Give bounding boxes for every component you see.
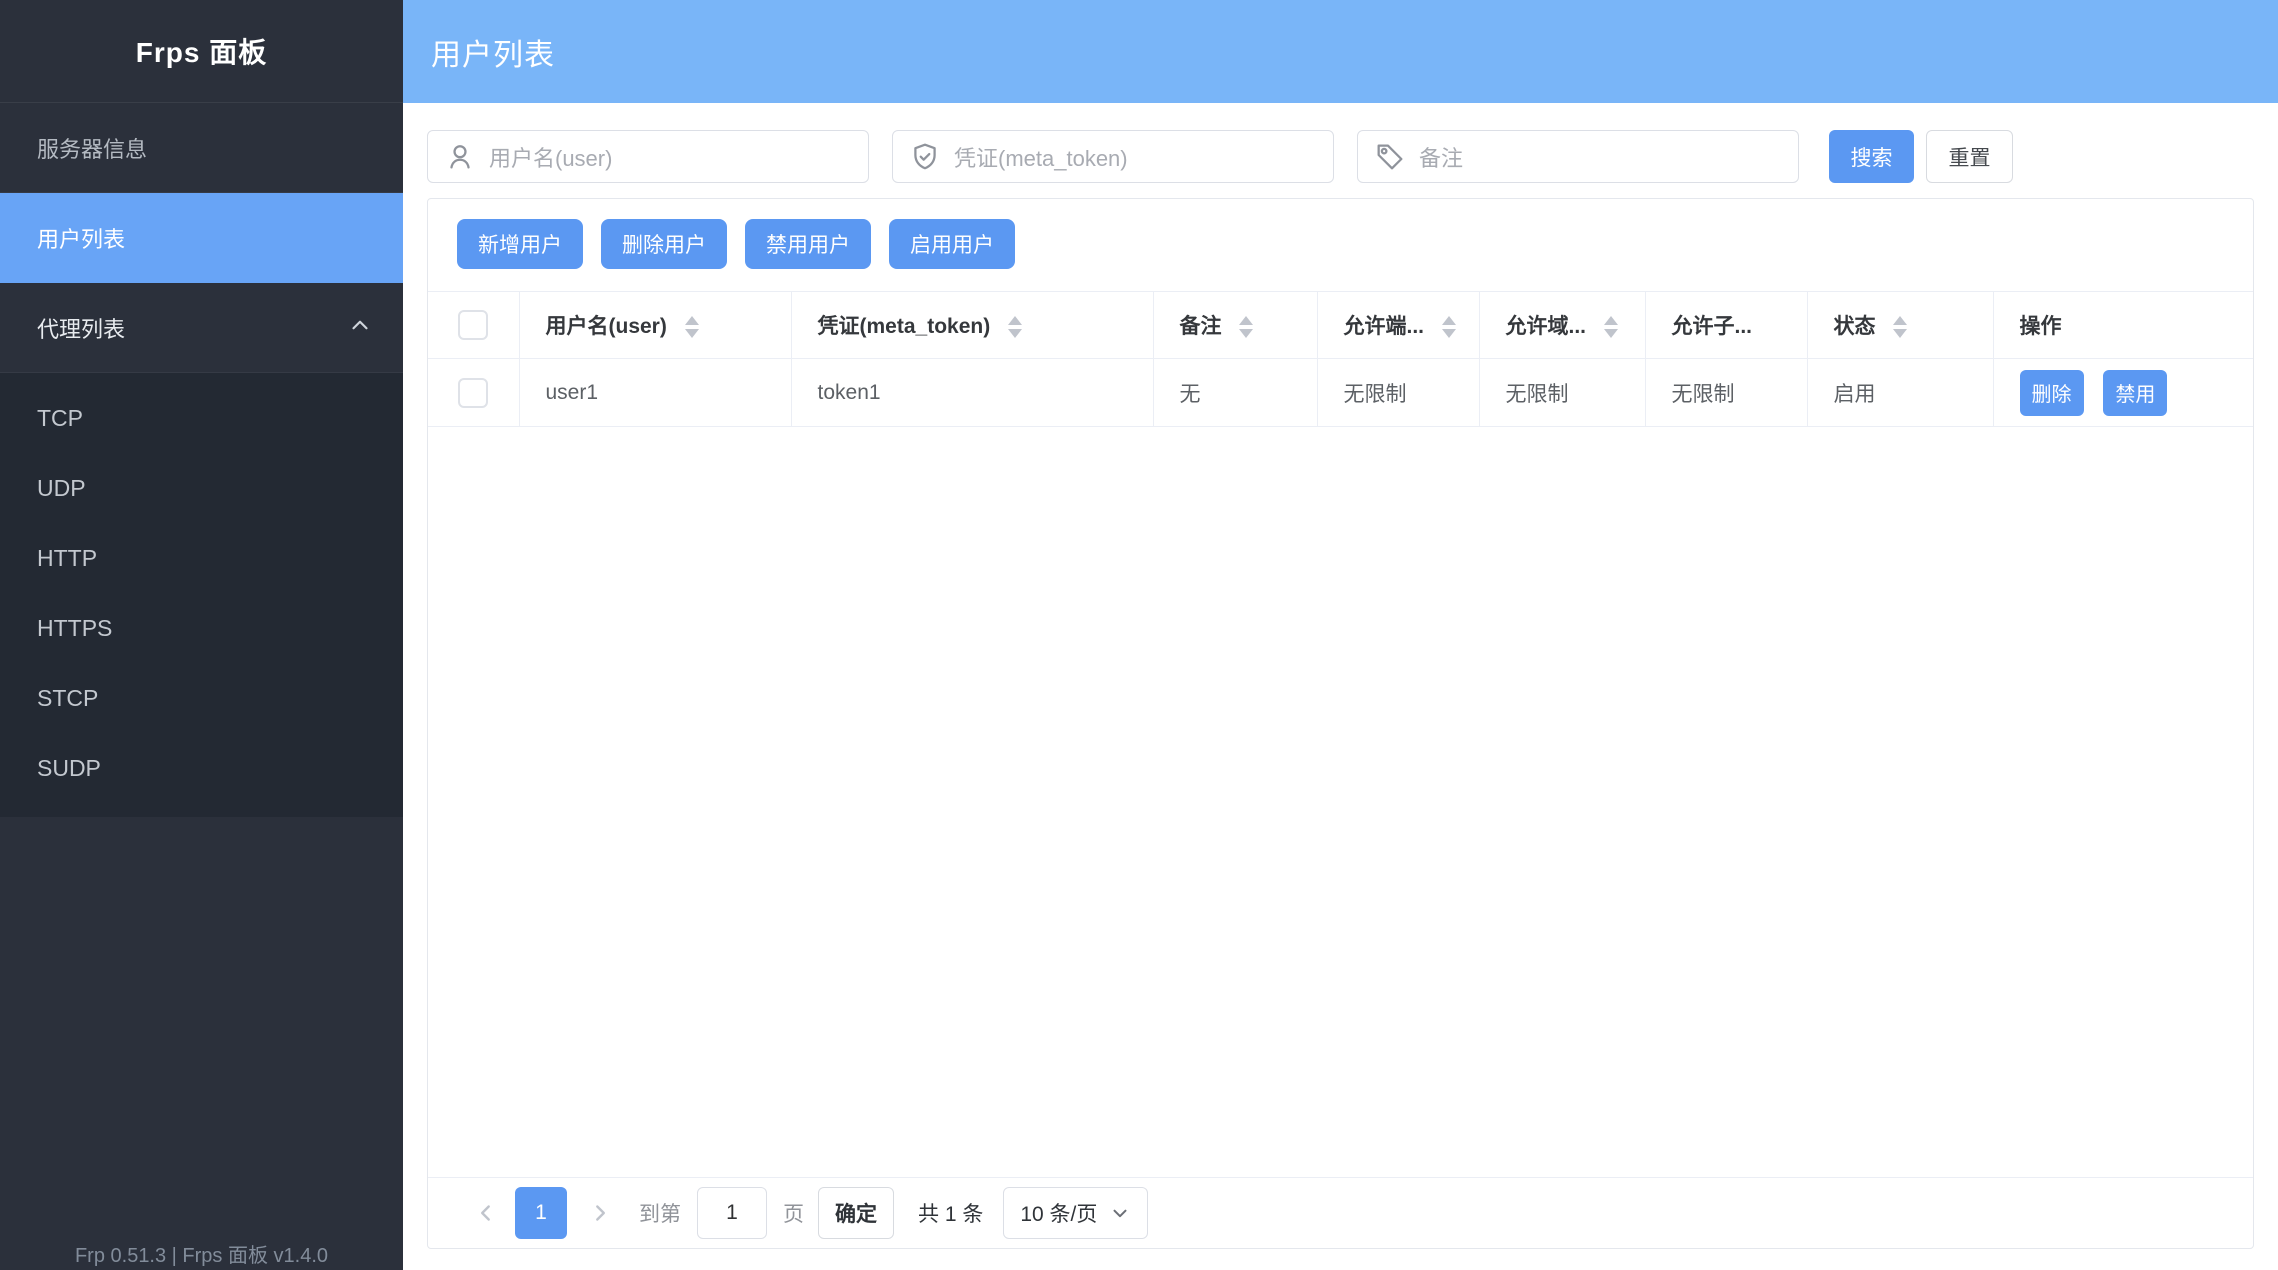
cell-token: token1 [791,359,1153,427]
tag-icon [1374,141,1406,173]
delete-user-button[interactable]: 删除用户 [601,219,727,269]
next-page-icon[interactable] [587,1200,613,1226]
col-label: 允许子... [1672,315,1753,338]
note-input[interactable]: 备注 [1357,130,1799,183]
select-all-checkbox[interactable] [458,310,488,340]
chevron-up-icon [347,312,373,344]
sort-caret-icon[interactable] [1008,316,1022,338]
sidebar: Frps 面板 服务器信息 用户列表 代理列表 TCP UDP HTTP HTT… [0,0,403,1270]
page-size-select[interactable]: 10 条/页 [1003,1187,1148,1239]
col-label: 备注 [1180,315,1222,338]
main-content: 用户名(user) 凭证(meta_token) 备注 搜索 重置 新增用户 [403,103,2278,1270]
col-label: 允许端... [1344,315,1425,338]
sidebar-item-proxy-list[interactable]: 代理列表 [0,283,403,373]
page-title: 用户列表 [431,30,555,74]
chevron-down-icon [1109,1202,1131,1224]
token-placeholder: 凭证(meta_token) [954,141,1128,173]
enable-user-button[interactable]: 启用用户 [889,219,1015,269]
col-label: 操作 [2020,315,2062,338]
col-label: 凭证(meta_token) [818,315,991,338]
sidebar-item-user-list[interactable]: 用户列表 [0,193,403,283]
username-input[interactable]: 用户名(user) [427,130,869,183]
sort-caret-icon[interactable] [1604,316,1618,338]
user-icon [444,141,476,173]
col-allow-subdomains: 允许子... [1645,292,1807,359]
cell-username: user1 [519,359,791,427]
row-checkbox-cell [428,359,519,427]
reset-button[interactable]: 重置 [1926,130,2013,183]
sidebar-item-udp[interactable]: UDP [0,453,403,523]
col-username: 用户名(user) [519,292,791,359]
user-table: 用户名(user) 凭证(meta_token) 备注 允许端... [428,291,2253,427]
cell-actions: 删除 禁用 [1993,359,2253,427]
goto-page-input[interactable]: 1 [697,1187,767,1239]
shield-check-icon [909,141,941,173]
app-title: Frps 面板 [0,0,403,103]
sidebar-item-http[interactable]: HTTP [0,523,403,593]
total-count-label: 共 1 条 [918,1198,983,1228]
col-label: 允许域... [1506,315,1587,338]
header-checkbox-cell [428,292,519,359]
sort-caret-icon[interactable] [1893,316,1907,338]
token-input[interactable]: 凭证(meta_token) [892,130,1334,183]
col-token: 凭证(meta_token) [791,292,1153,359]
sidebar-item-server-info[interactable]: 服务器信息 [0,103,403,193]
col-note: 备注 [1153,292,1317,359]
table-row: user1 token1 无 无限制 无限制 无限制 启用 删除 禁用 [428,359,2253,427]
proxy-submenu: TCP UDP HTTP HTTPS STCP SUDP [0,373,403,817]
goto-confirm-button[interactable]: 确定 [818,1187,894,1239]
table-header-row: 用户名(user) 凭证(meta_token) 备注 允许端... [428,292,2253,359]
username-placeholder: 用户名(user) [489,141,612,173]
row-checkbox[interactable] [458,378,488,408]
add-user-button[interactable]: 新增用户 [457,219,583,269]
row-delete-button[interactable]: 删除 [2020,370,2084,416]
sidebar-item-sudp[interactable]: SUDP [0,733,403,803]
sidebar-item-label: 服务器信息 [37,132,147,164]
sidebar-item-https[interactable]: HTTPS [0,593,403,663]
sort-caret-icon[interactable] [1239,316,1253,338]
version-footer: Frp 0.51.3 | Frps 面板 v1.4.0 [0,1239,403,1268]
user-table-card: 新增用户 删除用户 禁用用户 启用用户 用户 [427,198,2254,1249]
cell-note: 无 [1153,359,1317,427]
page-number-button[interactable]: 1 [515,1187,567,1239]
cell-subdomains: 无限制 [1645,359,1807,427]
toolbar: 新增用户 删除用户 禁用用户 启用用户 [428,199,2253,269]
sidebar-item-tcp[interactable]: TCP [0,383,403,453]
goto-prefix-label: 到第 [639,1198,681,1228]
sort-caret-icon[interactable] [685,316,699,338]
note-placeholder: 备注 [1419,141,1463,173]
col-label: 状态 [1834,315,1876,338]
col-allow-domains: 允许域... [1479,292,1645,359]
goto-suffix-label: 页 [783,1198,804,1228]
col-label: 用户名(user) [546,315,667,338]
col-status: 状态 [1807,292,1993,359]
cell-domains: 无限制 [1479,359,1645,427]
search-button[interactable]: 搜索 [1829,130,1914,183]
frps-panel-app: Frps 面板 服务器信息 用户列表 代理列表 TCP UDP HTTP HTT… [0,0,2278,1270]
col-actions: 操作 [1993,292,2253,359]
search-row: 用户名(user) 凭证(meta_token) 备注 搜索 重置 [427,130,2013,183]
sidebar-item-label: 代理列表 [37,312,125,344]
row-disable-button[interactable]: 禁用 [2103,370,2167,416]
disable-user-button[interactable]: 禁用用户 [745,219,871,269]
cell-ports: 无限制 [1317,359,1479,427]
col-allow-ports: 允许端... [1317,292,1479,359]
prev-page-icon[interactable] [473,1200,499,1226]
sort-caret-icon[interactable] [1442,316,1456,338]
sidebar-item-stcp[interactable]: STCP [0,663,403,733]
pagination-bar: 1 到第 1 页 确定 共 1 条 10 条/页 [428,1177,2253,1248]
page-header: 用户列表 [403,0,2278,103]
sidebar-item-label: 用户列表 [37,222,125,254]
page-size-value: 10 条/页 [1020,1198,1097,1228]
cell-status: 启用 [1807,359,1993,427]
